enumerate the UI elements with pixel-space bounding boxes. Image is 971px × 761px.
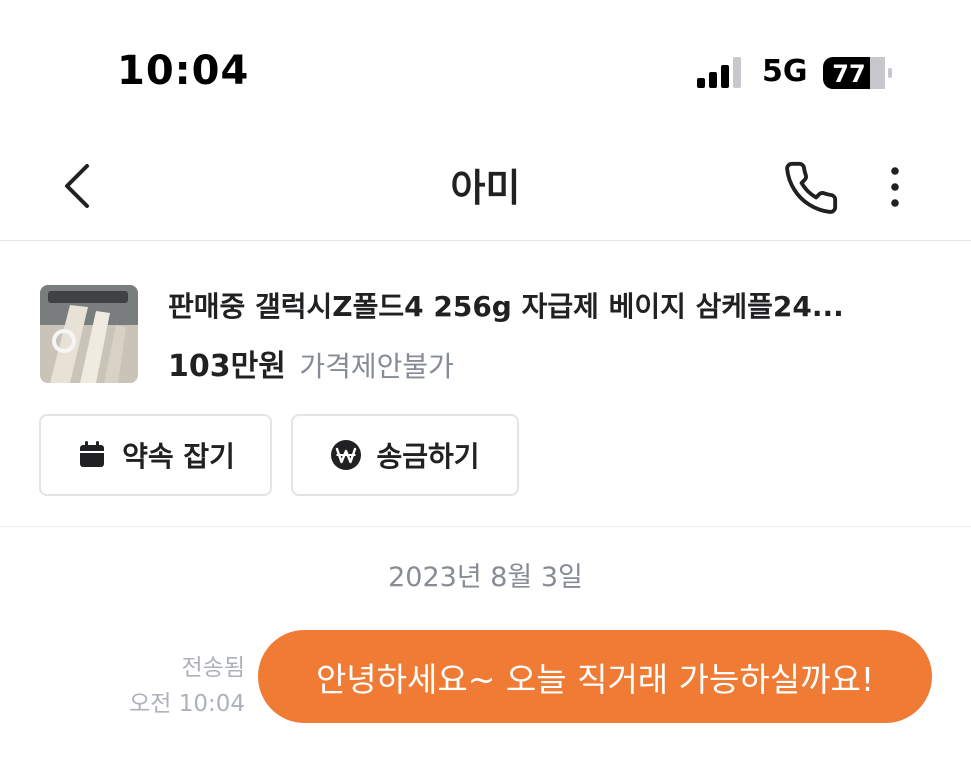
sent-message-bubble[interactable]: 안녕하세요~ 오늘 직거래 가능하실까요!	[258, 630, 932, 723]
call-button[interactable]	[782, 159, 840, 217]
make-appointment-button[interactable]: 약속 잡기	[39, 414, 272, 496]
signal-bars-icon	[697, 57, 741, 88]
phone-icon	[785, 161, 838, 214]
battery-level: 77	[832, 60, 865, 88]
calendar-icon	[80, 441, 105, 467]
status-time: 10:04	[117, 48, 250, 94]
product-price: 103만원	[168, 349, 286, 384]
product-title: 판매중 갤럭시Z폴드4 256g 자급제 베이지 삼케플24...	[168, 290, 844, 323]
status-bar: 10:04 5G 77	[0, 0, 971, 120]
send-money-button[interactable]: 송금하기	[291, 414, 519, 496]
price-negotiation-note: 가격제안불가	[299, 350, 454, 383]
battery-icon: 77	[823, 57, 892, 89]
date-separator: 2023년 8월 3일	[388, 562, 583, 593]
product-summary[interactable]: 판매중 갤럭시Z폴드4 256g 자급제 베이지 삼케플24... 103만원 …	[0, 241, 971, 527]
network-type: 5G	[762, 54, 808, 89]
more-options-button[interactable]	[880, 161, 910, 213]
more-vertical-icon	[891, 167, 899, 207]
message-meta: 전송됨 오전 10:04	[129, 650, 245, 722]
message-time: 오전 10:04	[129, 691, 245, 717]
message-status: 전송됨	[181, 655, 245, 681]
product-thumbnail[interactable]	[40, 285, 138, 383]
message-text: 안녕하세요~ 오늘 직거래 가능하실까요!	[315, 659, 875, 699]
price-row: 103만원 가격제안불가	[168, 341, 454, 385]
won-coin-icon	[331, 440, 362, 470]
make-appointment-label: 약속 잡기	[122, 440, 235, 473]
send-money-label: 송금하기	[376, 440, 480, 473]
chat-header: 아미	[0, 135, 971, 241]
